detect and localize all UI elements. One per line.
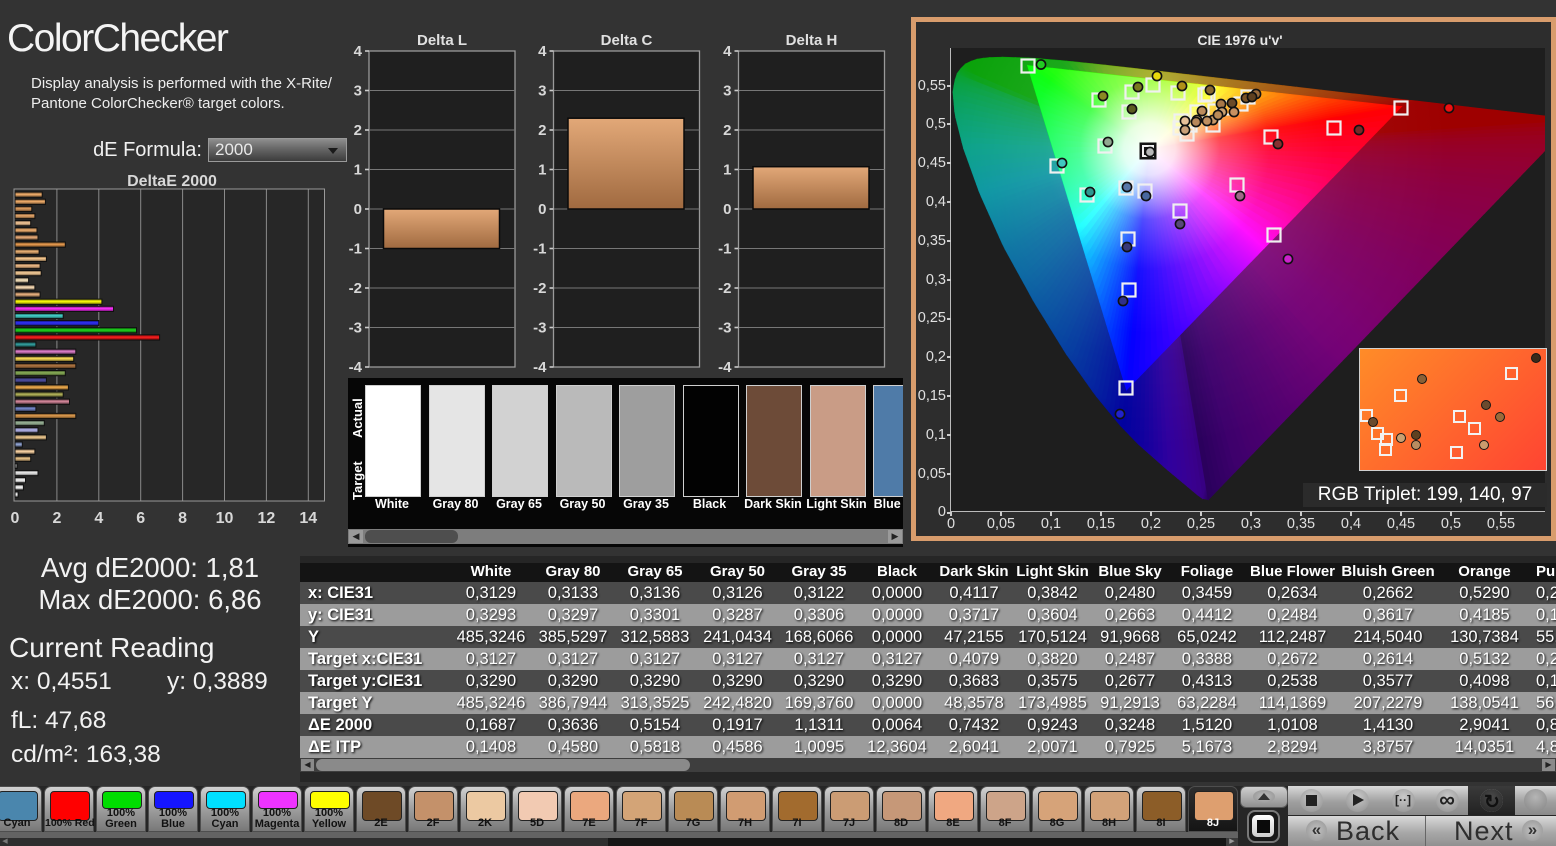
svg-text:-4: -4 (349, 359, 363, 376)
svg-text:-3: -3 (718, 320, 731, 337)
svg-text:0: 0 (354, 201, 362, 218)
svg-text:-3: -3 (349, 320, 362, 337)
svg-text:2: 2 (538, 122, 546, 139)
svg-text:Delta H: Delta H (786, 32, 838, 49)
svg-text:2: 2 (723, 122, 731, 139)
svg-text:-2: -2 (533, 280, 546, 297)
svg-text:1: 1 (354, 162, 362, 179)
svg-text:-1: -1 (718, 241, 731, 258)
svg-text:Delta L: Delta L (417, 32, 467, 49)
svg-text:4: 4 (538, 43, 547, 60)
svg-text:0: 0 (723, 201, 731, 218)
svg-text:0: 0 (538, 201, 546, 218)
svg-text:10: 10 (216, 510, 234, 527)
svg-text:2: 2 (354, 122, 362, 139)
svg-text:3: 3 (538, 83, 546, 100)
svg-text:-2: -2 (349, 280, 362, 297)
svg-text:6: 6 (136, 510, 145, 527)
svg-text:-2: -2 (718, 280, 731, 297)
svg-text:12: 12 (258, 510, 276, 527)
svg-text:Delta C: Delta C (601, 32, 653, 49)
svg-text:2: 2 (52, 510, 61, 527)
svg-text:3: 3 (354, 83, 362, 100)
svg-text:4: 4 (354, 43, 363, 60)
svg-text:4: 4 (723, 43, 732, 60)
svg-text:8: 8 (178, 510, 187, 527)
svg-text:-4: -4 (533, 359, 547, 376)
svg-text:0: 0 (11, 510, 20, 527)
svg-text:-4: -4 (718, 359, 732, 376)
svg-text:14: 14 (299, 510, 317, 527)
svg-text:1: 1 (538, 162, 546, 179)
svg-text:-1: -1 (349, 241, 362, 258)
svg-text:-3: -3 (533, 320, 546, 337)
svg-text:-1: -1 (533, 241, 546, 258)
svg-text:3: 3 (723, 83, 731, 100)
svg-text:1: 1 (723, 162, 731, 179)
svg-text:4: 4 (94, 510, 103, 527)
